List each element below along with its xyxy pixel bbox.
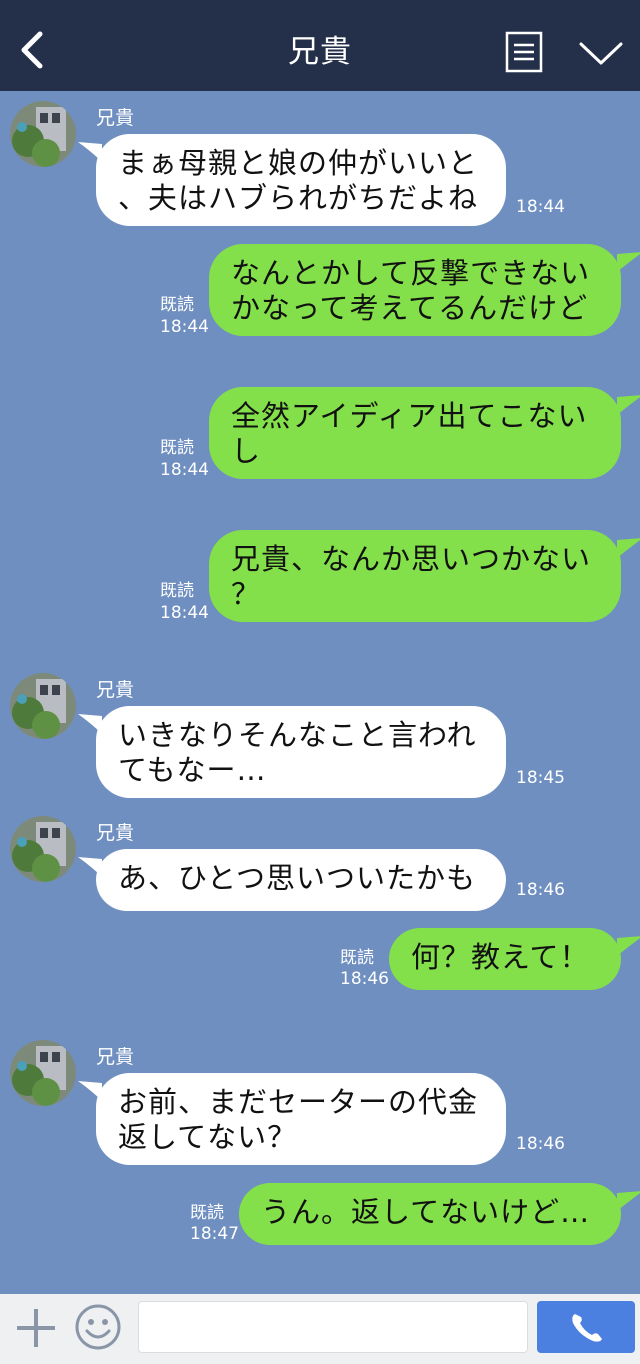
message-bubble[interactable]: まぁ母親と娘の仲がいいと 、夫はハブられがちだよね <box>78 134 506 226</box>
read-receipt: 既読 <box>160 295 194 315</box>
message-bubble[interactable]: 全然アイディア出てこない し <box>209 387 640 479</box>
message-time: 18:47 <box>190 1224 239 1244</box>
message-time: 18:44 <box>160 460 209 480</box>
chat-header: 兄貴 <box>0 0 640 91</box>
message-time: 18:46 <box>516 880 565 900</box>
message-line: 何？教えて！ <box>411 940 590 974</box>
call-button[interactable] <box>537 1301 635 1353</box>
read-receipt: 既読 <box>190 1203 224 1223</box>
collapse-icon[interactable] <box>578 38 624 68</box>
bubble-tail <box>78 142 102 162</box>
bubble-tail <box>617 395 640 415</box>
message-line: 返してない？ <box>118 1120 298 1154</box>
read-receipt: 既読 <box>160 581 194 601</box>
plus-icon[interactable] <box>14 1306 58 1350</box>
message-bubble[interactable]: なんとかして反撃できない かなって考えてるんだけど <box>209 244 640 336</box>
message-input[interactable] <box>138 1301 528 1353</box>
avatar-image <box>10 673 76 739</box>
message-line: お前、まだセーターの代金 <box>118 1085 479 1119</box>
message-time: 18:45 <box>516 768 565 788</box>
bubble-tail <box>78 1081 102 1101</box>
read-receipt: 既読 <box>340 948 374 968</box>
chat-area[interactable]: 兄貴 まぁ母親と娘の仲がいいと 、夫はハブられがちだよね 18:44 なんとかし… <box>0 91 640 1294</box>
input-bar <box>0 1294 640 1364</box>
bubble-tail <box>617 1191 640 1211</box>
message-line: まぁ母親と娘の仲がいいと <box>118 146 479 180</box>
message-line: なんとかして反撃できない <box>231 256 591 290</box>
message-time: 18:44 <box>160 603 209 623</box>
message-time: 18:46 <box>340 969 389 989</box>
message-time: 18:46 <box>516 1134 565 1154</box>
message-bubble[interactable]: 兄貴、なんか思いつかない ？ <box>209 530 640 622</box>
avatar[interactable] <box>10 101 76 167</box>
message-bubble[interactable]: あ、ひとつ思いついたかも <box>78 849 506 911</box>
message-line: し <box>231 434 262 468</box>
message-line: ？ <box>231 577 262 611</box>
message-line: 兄貴、なんか思いつかない <box>231 542 592 576</box>
phone-icon <box>572 1314 602 1342</box>
bubble-tail <box>617 252 640 272</box>
message-line: かなって考えてるんだけど <box>231 291 589 325</box>
message-line: てもなー… <box>118 753 267 787</box>
avatar-image <box>10 816 76 882</box>
bubble-tail <box>617 538 640 558</box>
avatar[interactable] <box>10 1040 76 1106</box>
bubble-tail <box>617 936 640 956</box>
message-time: 18:44 <box>160 317 209 337</box>
message-time: 18:44 <box>516 197 565 217</box>
avatar[interactable] <box>10 816 76 882</box>
chat-title: 兄貴 <box>288 34 352 70</box>
sender-name: 兄貴 <box>96 1046 135 1068</box>
bubble-tail <box>78 857 102 877</box>
avatar-image <box>10 1040 76 1106</box>
read-receipt: 既読 <box>160 438 194 458</box>
message-line: いきなりそんなこと言われ <box>118 718 477 752</box>
message-line: 全然アイディア出てこない <box>231 399 588 433</box>
message-line: うん。返してないけど… <box>261 1195 591 1229</box>
sender-name: 兄貴 <box>96 822 135 844</box>
message-bubble[interactable]: うん。返してないけど… <box>239 1183 640 1245</box>
sender-name: 兄貴 <box>96 679 135 701</box>
message-bubble[interactable]: お前、まだセーターの代金 返してない？ <box>78 1073 506 1165</box>
menu-icon[interactable] <box>505 31 543 73</box>
sender-name: 兄貴 <box>96 107 135 129</box>
message-bubble[interactable]: 何？教えて！ <box>389 928 640 990</box>
avatar-image <box>10 101 76 167</box>
message-bubble[interactable]: いきなりそんなこと言われ てもなー… <box>78 706 506 798</box>
message-line: 、夫はハブられがちだよね <box>118 181 479 215</box>
avatar[interactable] <box>10 673 76 739</box>
bubble-tail <box>78 714 102 734</box>
emoji-icon[interactable] <box>74 1303 122 1351</box>
message-line: あ、ひとつ思いついたかも <box>118 861 476 895</box>
